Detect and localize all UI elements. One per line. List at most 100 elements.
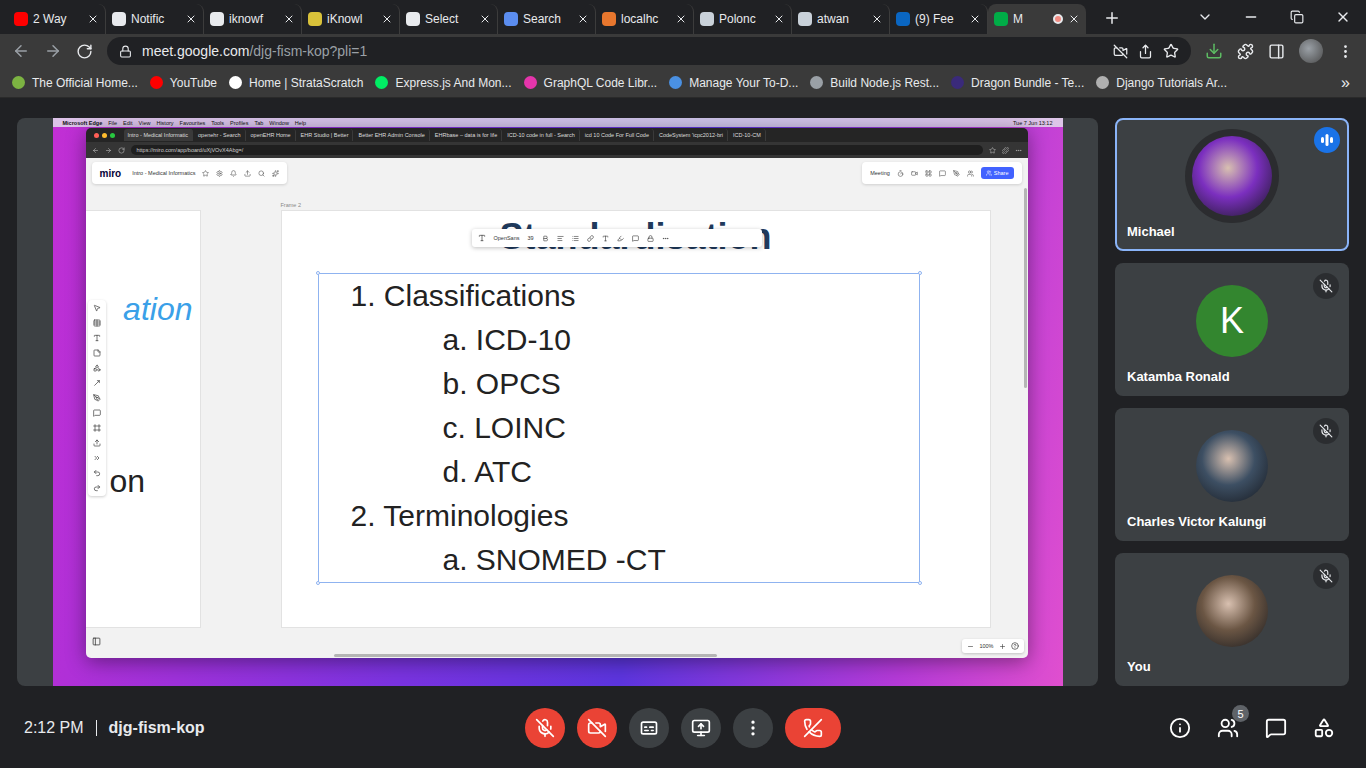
present-button[interactable] bbox=[681, 708, 721, 748]
horizontal-scrollbar[interactable] bbox=[334, 654, 717, 657]
link-icon[interactable] bbox=[587, 235, 594, 242]
frame-tool-icon[interactable] bbox=[93, 424, 101, 432]
bookmark[interactable]: Dragon Bundle - Te... bbox=[951, 76, 1084, 90]
browser-tab[interactable]: 2 Way bbox=[8, 4, 106, 34]
back-icon[interactable] bbox=[92, 147, 99, 154]
info-button[interactable] bbox=[1168, 716, 1192, 740]
shared-tab[interactable]: ICD-10 code in full - Search bbox=[503, 129, 580, 141]
shared-tab[interactable]: Better EHR Admin Console bbox=[354, 129, 429, 141]
bookmark[interactable]: Django Tutorials Ar... bbox=[1096, 76, 1227, 90]
more-icon[interactable] bbox=[662, 235, 669, 242]
browser-tab[interactable]: localhc bbox=[596, 4, 694, 34]
redo-icon[interactable] bbox=[93, 484, 101, 492]
vertical-scrollbar[interactable] bbox=[1024, 188, 1027, 388]
sidebar-icon[interactable] bbox=[1268, 43, 1285, 60]
menu-item[interactable]: Help bbox=[295, 120, 306, 126]
star-icon[interactable] bbox=[202, 170, 209, 177]
bookmark[interactable]: Home | StrataScratch bbox=[229, 76, 364, 90]
chat-button[interactable] bbox=[1264, 716, 1288, 740]
close-tab-icon[interactable] bbox=[969, 13, 981, 25]
main-frame[interactable]: Standardisation1. Classificationsa. ICD-… bbox=[281, 210, 991, 628]
shared-tab[interactable]: openEHR Home bbox=[247, 129, 296, 141]
bookmark[interactable]: Manage Your To-D... bbox=[669, 76, 798, 90]
pen-icon[interactable] bbox=[953, 170, 960, 177]
more-tools-icon[interactable] bbox=[93, 454, 101, 462]
resize-handle[interactable] bbox=[918, 271, 922, 275]
browser-tab[interactable]: Select bbox=[400, 4, 498, 34]
share-button[interactable]: Share bbox=[981, 167, 1014, 179]
activities-button[interactable] bbox=[1312, 716, 1336, 740]
bookmark[interactable]: GraphQL Code Libr... bbox=[524, 76, 658, 90]
comment-icon[interactable] bbox=[632, 235, 639, 242]
close-tab-icon[interactable] bbox=[871, 13, 883, 25]
resize-handle[interactable] bbox=[918, 581, 922, 585]
minimize-icon[interactable] bbox=[1243, 9, 1259, 25]
shared-tab[interactable]: openehr - Search bbox=[194, 129, 246, 141]
close-tab-icon[interactable] bbox=[479, 13, 491, 25]
menu-item[interactable]: Favourites bbox=[180, 120, 206, 126]
camera-blocked-icon[interactable] bbox=[1113, 44, 1128, 59]
bookmarks-overflow[interactable]: » bbox=[1337, 74, 1354, 92]
browser-tab[interactable]: iKnowl bbox=[302, 4, 400, 34]
new-tab-button[interactable] bbox=[1098, 4, 1126, 32]
participant-tile[interactable]: Michael bbox=[1115, 118, 1349, 251]
shared-url-field[interactable]: https://miro.com/app/board/uXjVOvX4Abg=/ bbox=[131, 145, 983, 155]
menu-item[interactable]: File bbox=[108, 120, 117, 126]
sticky-note-tool-icon[interactable] bbox=[93, 349, 101, 357]
comment-tool-icon[interactable] bbox=[93, 409, 101, 417]
shared-tab[interactable]: CodeSystem 'icpc2012-bri bbox=[655, 129, 728, 141]
close-tab-icon[interactable] bbox=[283, 13, 295, 25]
bold-icon[interactable] bbox=[542, 235, 549, 242]
captions-button[interactable] bbox=[629, 708, 669, 748]
table-tool-icon[interactable] bbox=[93, 319, 101, 327]
sparkles-icon[interactable] bbox=[272, 170, 279, 177]
restore-icon[interactable] bbox=[1290, 10, 1304, 24]
text-color-icon[interactable] bbox=[602, 235, 609, 242]
mic-button[interactable] bbox=[525, 708, 565, 748]
board-panel-button[interactable] bbox=[92, 632, 101, 650]
select-tool-icon[interactable] bbox=[93, 304, 101, 312]
align-icon[interactable] bbox=[557, 235, 564, 242]
participant-tile[interactable]: KKatamba Ronald bbox=[1115, 263, 1349, 396]
bookmark[interactable]: Build Node.js Rest... bbox=[810, 76, 939, 90]
shapes-tool-icon[interactable] bbox=[93, 364, 101, 372]
search-icon[interactable] bbox=[258, 170, 265, 177]
menu-item[interactable]: View bbox=[139, 120, 151, 126]
close-tab-icon[interactable] bbox=[675, 13, 687, 25]
url-field[interactable]: meet.google.com/djg-fism-kop?pli=1 bbox=[107, 37, 1191, 65]
close-tab-icon[interactable] bbox=[185, 13, 197, 25]
browser-tab[interactable]: (9) Fee bbox=[890, 4, 988, 34]
star-icon[interactable] bbox=[1163, 43, 1179, 59]
panel-icon[interactable] bbox=[92, 637, 101, 646]
users-icon[interactable] bbox=[967, 170, 974, 177]
highlight-icon[interactable] bbox=[617, 235, 624, 242]
frame-label[interactable]: Frame 2 bbox=[281, 202, 991, 210]
board-name[interactable]: Intro - Medical Informatics bbox=[132, 170, 195, 176]
bookmark[interactable]: YouTube bbox=[150, 76, 217, 90]
star-icon[interactable] bbox=[989, 147, 996, 154]
zoom-in-icon[interactable] bbox=[999, 643, 1006, 650]
help-icon[interactable] bbox=[1011, 642, 1019, 650]
text-tool-icon[interactable] bbox=[93, 334, 101, 342]
upload-tool-icon[interactable] bbox=[93, 439, 101, 447]
chevron-down-icon[interactable] bbox=[1197, 9, 1213, 25]
extensions-icon[interactable] bbox=[1002, 147, 1009, 154]
meeting-button[interactable]: Meeting bbox=[870, 170, 890, 176]
plus-icon[interactable] bbox=[1103, 9, 1121, 27]
shared-tab[interactable]: EHR Studio | Better bbox=[297, 129, 354, 141]
bookmark[interactable]: Express.js And Mon... bbox=[375, 76, 511, 90]
pen-tool-icon[interactable] bbox=[93, 394, 101, 402]
bell-icon[interactable] bbox=[230, 170, 237, 177]
board-canvas[interactable]: ationonFrame 2Standardisation1. Classifi… bbox=[86, 188, 1028, 628]
browser-tab[interactable]: Search bbox=[498, 4, 596, 34]
resize-handle[interactable] bbox=[316, 271, 320, 275]
browser-tab[interactable]: iknowf bbox=[204, 4, 302, 34]
export-icon[interactable] bbox=[244, 170, 251, 177]
participant-tile[interactable]: You bbox=[1115, 553, 1349, 686]
download-icon[interactable] bbox=[1205, 42, 1223, 60]
miro-logo[interactable]: miro bbox=[100, 168, 122, 179]
browser-tab[interactable]: Polonc bbox=[694, 4, 792, 34]
font-size[interactable]: 39 bbox=[528, 235, 534, 241]
text-icon[interactable] bbox=[478, 234, 486, 242]
extensions-icon[interactable] bbox=[1237, 43, 1254, 60]
